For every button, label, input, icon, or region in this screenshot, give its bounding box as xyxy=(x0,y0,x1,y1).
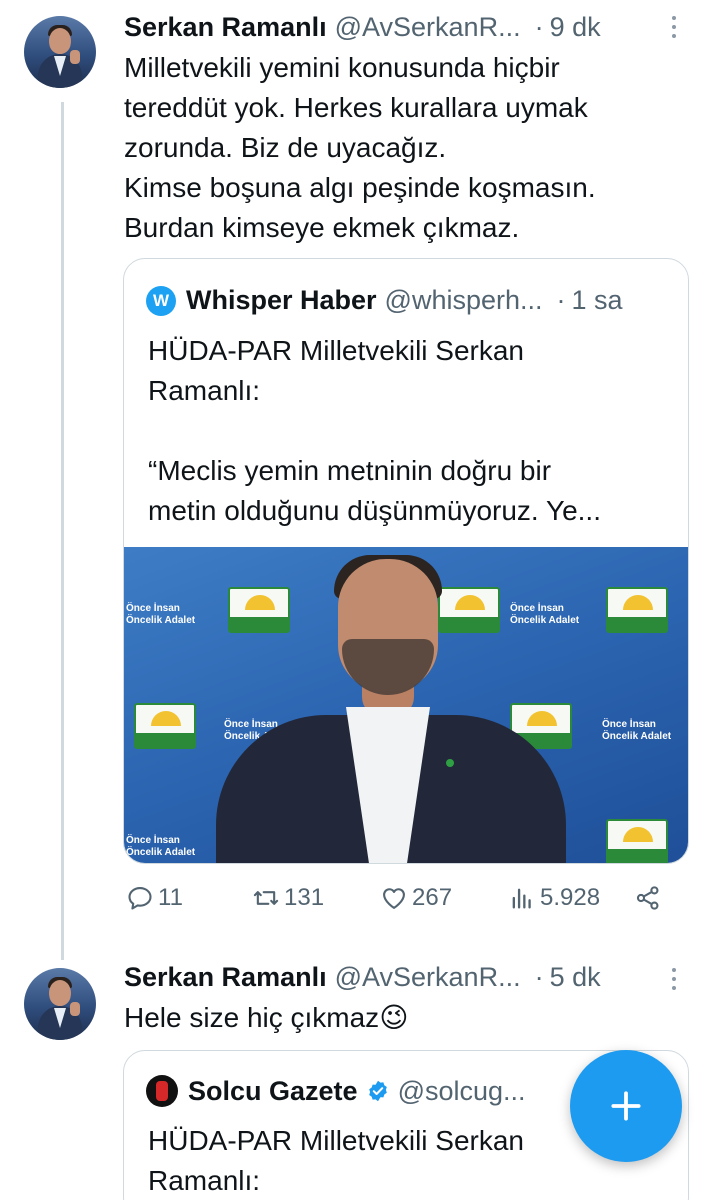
quoted-author-name[interactable]: Whisper Haber xyxy=(186,285,377,316)
tweet-header: Serkan Ramanlı @AvSerkanR... · 5 dk xyxy=(124,962,601,993)
tweet-text-line: Milletvekili yemini konusunda hiçbir xyxy=(124,52,560,83)
author-name[interactable]: Serkan Ramanlı xyxy=(124,12,327,43)
quoted-text-line: metin olduğunu düşünmüyoruz. Ye... xyxy=(148,495,601,526)
quoted-text-line: HÜDA-PAR Milletvekili Serkan xyxy=(148,335,525,366)
separator-dot: · xyxy=(534,12,544,42)
quoted-timestamp[interactable]: 1 sa xyxy=(572,285,623,316)
retweet-icon xyxy=(253,891,279,905)
retweet-count: 131 xyxy=(284,884,325,911)
quoted-tweet-body: HÜDA-PAR Milletvekili Serkan Ramanlı: “M… xyxy=(148,331,668,531)
author-handle[interactable]: @AvSerkanR... xyxy=(335,12,521,43)
quoted-author-handle[interactable]: @solcug... xyxy=(398,1076,526,1107)
views-count: 5.928 xyxy=(540,884,601,911)
thread-connector-line xyxy=(61,102,64,960)
quoted-tweet-photo[interactable]: Önce İnsan Öncelik Adalet Önce İnsan Öncel… xyxy=(124,547,688,863)
quoted-text-line: Ramanlı: xyxy=(148,375,261,406)
tweet-body: Milletvekili yemini konusunda hiçbir ter… xyxy=(124,48,684,248)
quoted-text-line xyxy=(148,411,668,451)
tweet-text-line: Hele size hiç çıkmaz xyxy=(124,1002,380,1033)
quoted-tweet-card[interactable]: W Whisper Haber @whisperh... · 1 sa HÜDA… xyxy=(123,258,689,864)
author-name[interactable]: Serkan Ramanlı xyxy=(124,962,327,993)
compose-button[interactable] xyxy=(570,1050,682,1162)
like-count: 267 xyxy=(412,884,453,911)
winking-face-emoji: 😉 xyxy=(379,1002,409,1033)
tweet-text-line: tereddüt yok. Herkes kurallara uymak xyxy=(124,92,588,123)
reply-icon xyxy=(128,887,152,910)
quoted-text-line: “Meclis yemin metninin doğru bir xyxy=(148,455,552,486)
tweet-text-line: Kimse boşuna algı peşinde koşmasın. xyxy=(124,172,596,203)
tweet-header: Serkan Ramanlı @AvSerkanR... · 9 dk xyxy=(124,12,601,43)
separator-dot: · xyxy=(556,285,566,315)
quoted-tweet-header: Solcu Gazete @solcug... xyxy=(146,1075,526,1107)
author-handle[interactable]: @AvSerkanR... xyxy=(335,962,521,993)
whisper-haber-logo-icon: W xyxy=(146,285,176,316)
quoted-author-name[interactable]: Solcu Gazete xyxy=(188,1076,358,1107)
retweet-button[interactable]: 131 xyxy=(252,884,324,912)
compose-icon xyxy=(611,1091,641,1121)
reply-button[interactable]: 11 xyxy=(126,884,183,912)
views-button[interactable]: 5.928 xyxy=(508,884,600,912)
avatar[interactable] xyxy=(24,16,96,88)
tweet-text-line: Burdan kimseye ekmek çıkmaz. xyxy=(124,212,520,243)
quoted-author-handle[interactable]: @whisperh... xyxy=(385,285,543,316)
reply-count: 11 xyxy=(158,884,183,911)
more-icon[interactable] xyxy=(670,12,678,42)
tweet-timestamp[interactable]: 9 dk xyxy=(550,12,601,43)
views-icon xyxy=(512,888,531,909)
tweet-body: Hele size hiç çıkmaz😉 xyxy=(124,998,684,1038)
quoted-tweet-header: W Whisper Haber @whisperh... · 1 sa xyxy=(146,285,623,316)
tweet-timestamp[interactable]: 5 dk xyxy=(550,962,601,993)
tweet-actions-bar: 11 131 267 5.928 xyxy=(124,884,684,924)
like-icon xyxy=(383,888,405,909)
share-icon xyxy=(636,886,659,910)
quoted-text-line: Ramanlı: xyxy=(148,1165,261,1196)
solcu-gazete-logo-icon xyxy=(146,1075,178,1107)
share-button[interactable] xyxy=(634,884,666,912)
verified-icon xyxy=(368,1080,387,1102)
like-button[interactable]: 267 xyxy=(380,884,452,912)
separator-dot: · xyxy=(534,962,544,992)
more-icon[interactable] xyxy=(670,964,678,994)
avatar[interactable] xyxy=(24,968,96,1040)
tweet-text-line: zorunda. Biz de uyacağız. xyxy=(124,132,447,163)
